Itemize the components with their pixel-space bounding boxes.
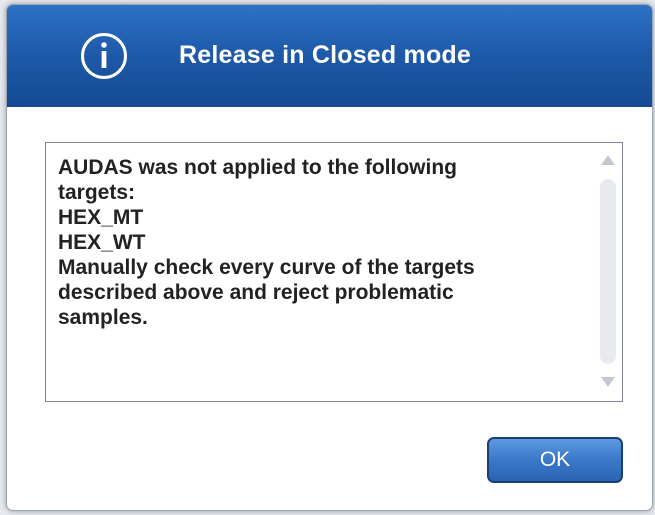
message-line: HEX_WT — [58, 231, 146, 254]
message-line: AUDAS was not applied to the following — [58, 156, 457, 179]
message-line: samples. — [58, 306, 148, 329]
message-line: targets: — [58, 181, 136, 204]
info-icon — [81, 33, 127, 79]
scroll-up-arrow-icon[interactable] — [601, 155, 615, 165]
release-dialog: Release in Closed mode AUDAS was not app… — [6, 4, 653, 511]
dialog-title-bar: Release in Closed mode — [7, 5, 652, 107]
scroll-down-arrow-icon[interactable] — [601, 377, 615, 387]
dialog-title: Release in Closed mode — [179, 41, 471, 69]
message-line: HEX_MT — [58, 206, 144, 229]
vertical-scrollbar[interactable] — [598, 151, 618, 391]
message-line: described above and reject problematic — [58, 281, 454, 304]
message-line: Manually check every curve of the target… — [58, 256, 475, 279]
message-box[interactable]: AUDAS was not applied to the following t… — [45, 142, 623, 402]
ok-button[interactable]: OK — [487, 437, 623, 483]
scroll-thumb[interactable] — [600, 179, 616, 364]
message-text: AUDAS was not applied to the following t… — [58, 155, 588, 330]
